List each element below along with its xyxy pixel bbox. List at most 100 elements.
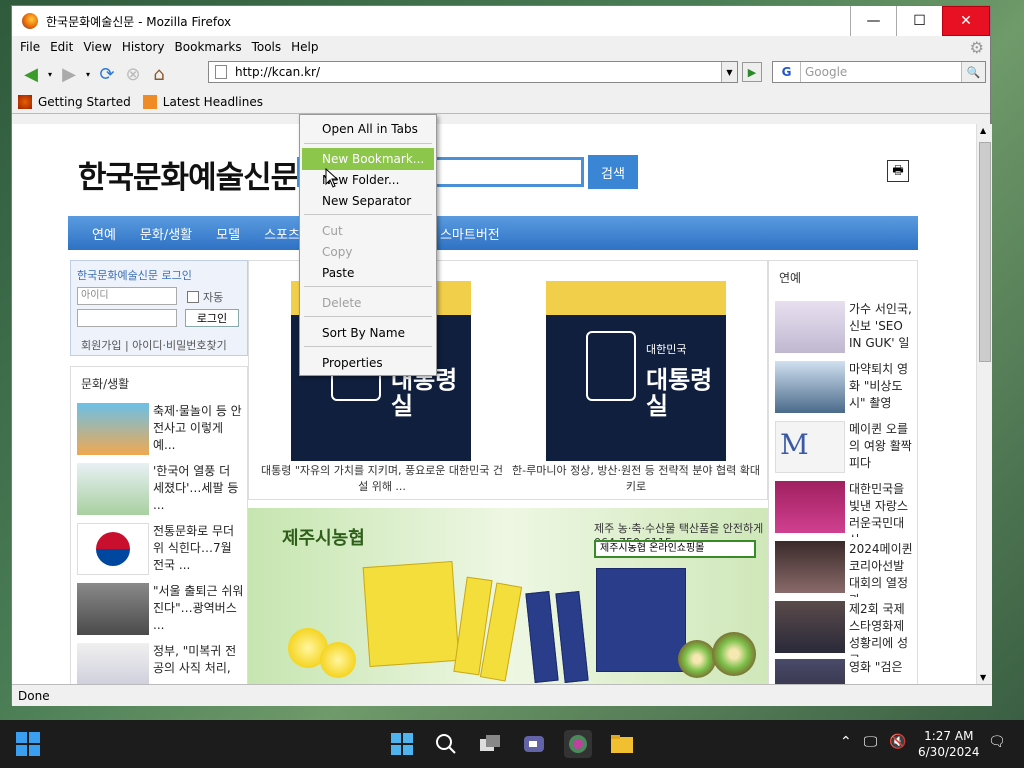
vertical-scrollbar[interactable]: ▲ ▼: [976, 124, 992, 684]
network-icon[interactable]: 🖵: [864, 734, 878, 750]
nav-item-entertainment[interactable]: 연예: [92, 224, 116, 243]
auto-login-checkbox[interactable]: 자동: [187, 289, 223, 305]
menu-item-delete: Delete: [322, 296, 362, 310]
login-links[interactable]: 회원가입 | 아이디·비밀번호찾기: [81, 337, 227, 353]
login-password-field[interactable]: [77, 309, 177, 327]
gear-icon[interactable]: ⚙: [970, 38, 984, 57]
menu-item-new-bookmark[interactable]: New Bookmark...: [302, 148, 434, 170]
print-icon[interactable]: 🖶: [887, 160, 909, 182]
list-item[interactable]: 제2회 국제스타영화제 성황리에 성료: [775, 601, 915, 657]
news-caption[interactable]: 한-루마니아 정상, 방산·원전 등 전략적 분야 협력 확대키로: [511, 463, 761, 495]
rss-icon: [142, 94, 157, 109]
go-button[interactable]: ▶: [742, 62, 762, 82]
windows-start-icon[interactable]: [16, 732, 40, 756]
bookmark-getting-started[interactable]: Getting Started: [18, 94, 131, 109]
menu-item-open-all-in-tabs[interactable]: Open All in Tabs: [302, 118, 434, 140]
bookmark-latest-headlines[interactable]: Latest Headlines: [142, 94, 263, 109]
nav-item-smart[interactable]: 스마트버전: [440, 224, 500, 243]
reload-icon[interactable]: ⟳: [94, 61, 120, 87]
menu-history[interactable]: History: [122, 40, 165, 54]
menu-item-paste[interactable]: Paste: [302, 262, 434, 284]
ad-brand: 제주시농협: [282, 528, 365, 549]
list-item[interactable]: 전통문화로 무더위 식힌다…7월 전국 ...: [77, 523, 247, 579]
stop-icon[interactable]: ⊗: [120, 61, 146, 87]
search-box[interactable]: G Google 🔍: [772, 61, 986, 83]
list-item[interactable]: 가수 서인국, 신보 'SEO IN GUK' 일 ...: [775, 301, 915, 357]
list-item[interactable]: 정부, "미복귀 전공의 사직 처리, ...: [77, 643, 247, 684]
search-icon[interactable]: [432, 730, 460, 758]
bookmarks-context-menu: Open All in Tabs New Bookmark... New Fol…: [299, 114, 437, 376]
login-id-field[interactable]: 아이디: [77, 287, 177, 305]
volume-muted-icon[interactable]: 🔇: [889, 734, 906, 750]
ad-mall-search[interactable]: 제주시농협 온라인쇼핑몰: [594, 540, 756, 558]
list-item[interactable]: 마약퇴치 영화 "비상도시" 촬영: [775, 361, 915, 417]
teams-icon[interactable]: [520, 730, 548, 758]
login-button[interactable]: 로그인: [185, 309, 239, 327]
news-title: 영화 "검은 ...: [849, 660, 903, 684]
menu-item-new-folder[interactable]: New Folder...: [302, 169, 434, 191]
menu-bookmarks[interactable]: Bookmarks: [175, 40, 242, 54]
browser-icon[interactable]: [564, 730, 592, 758]
news-thumbnail: [77, 523, 149, 575]
menu-file[interactable]: File: [20, 40, 40, 54]
list-item[interactable]: '한국어 열풍 더 세졌다'…세팔 등 ...: [77, 463, 247, 519]
clock-date: 6/30/2024: [918, 745, 980, 759]
url-bar[interactable]: http://kcan.kr/ ▼: [208, 61, 738, 83]
title-bar[interactable]: 한국문화예술신문 - Mozilla Firefox — ☐ ✕: [12, 6, 990, 36]
taskbar-clock[interactable]: 1:27 AM 6/30/2024: [918, 728, 980, 760]
search-engine-icon[interactable]: G: [773, 62, 801, 82]
back-button[interactable]: ◀: [18, 61, 44, 87]
close-button[interactable]: ✕: [942, 6, 990, 36]
list-item[interactable]: M 메이퀸 오를의 여왕 활짝피다: [775, 421, 915, 477]
minimize-button[interactable]: —: [850, 6, 896, 36]
scroll-down-icon[interactable]: ▼: [980, 673, 986, 682]
chevron-up-icon[interactable]: ⌃: [840, 734, 852, 750]
menu-item-new-separator[interactable]: New Separator: [302, 190, 434, 212]
login-title: 한국문화예술신문 로그인: [77, 269, 192, 282]
forward-history-dropdown[interactable]: ▾: [82, 61, 94, 87]
taskbar: ⌃ 🖵 🔇 1:27 AM 6/30/2024 🗨: [0, 720, 1024, 768]
list-item[interactable]: 2024메이퀸코리아선발대회의 열정과 ...: [775, 541, 915, 597]
firefox-icon: [18, 94, 32, 109]
nav-item-model[interactable]: 모델: [216, 224, 240, 243]
nav-item-sports[interactable]: 스포츠: [264, 224, 300, 243]
news-thumbnail: [77, 643, 149, 684]
news-title: 정부, "미복귀 전공의 사직 처리, ...: [153, 644, 237, 684]
menu-edit[interactable]: Edit: [50, 40, 73, 54]
task-view-icon[interactable]: [476, 730, 504, 758]
menu-item-sort-by-name[interactable]: Sort By Name: [302, 322, 434, 344]
search-icon[interactable]: 🔍: [961, 62, 985, 82]
start-menu-icon[interactable]: [388, 730, 416, 758]
forward-button[interactable]: ▶: [56, 61, 82, 87]
menu-item-properties[interactable]: Properties: [302, 352, 434, 374]
menu-view[interactable]: View: [83, 40, 111, 54]
ad-banner[interactable]: 제주시농협 제주 농·축·수산물 택산품을 안전하게 064-750-6115 …: [248, 508, 768, 684]
site-logo[interactable]: 한국문화예술신문: [78, 152, 299, 197]
news-title: "서울 출퇴근 쉬워진다"…광역버스 ...: [153, 584, 244, 632]
file-explorer-icon[interactable]: [608, 730, 636, 758]
page-icon: [215, 65, 227, 79]
back-history-dropdown[interactable]: ▾: [44, 61, 56, 87]
news-caption[interactable]: 대통령 "자유의 가치를 지키며, 풍요로운 대한민국 건설 위해 ...: [257, 463, 507, 495]
menu-tools[interactable]: Tools: [252, 40, 282, 54]
list-item[interactable]: "서울 출퇴근 쉬워진다"…광역버스 ...: [77, 583, 247, 639]
list-item[interactable]: 영화 "검은 ...: [775, 659, 915, 684]
news-thumbnail: [77, 583, 149, 635]
maximize-button[interactable]: ☐: [896, 6, 942, 36]
list-item[interactable]: 대한민국을 빛낸 자랑스러운국민대상 ...: [775, 481, 915, 537]
site-search-button[interactable]: 검색: [588, 155, 638, 189]
menu-separator: [304, 346, 432, 347]
news-thumbnail: [775, 541, 845, 593]
news-image[interactable]: 대한민국 대통령실: [546, 281, 726, 461]
section-title: 문화/생활: [81, 377, 130, 391]
list-item[interactable]: 축제·물놀이 등 안전사고 이렇게 예...: [77, 403, 247, 459]
scroll-up-icon[interactable]: ▲: [980, 126, 986, 135]
nav-item-culture[interactable]: 문화/생활: [140, 224, 192, 243]
scroll-thumb[interactable]: [979, 142, 991, 362]
url-dropdown-icon[interactable]: ▼: [721, 62, 737, 82]
home-icon[interactable]: ⌂: [146, 61, 172, 87]
news-thumbnail: [775, 361, 845, 413]
menu-help[interactable]: Help: [291, 40, 318, 54]
notification-icon[interactable]: 🗨: [988, 734, 1006, 750]
bookmarks-toolbar: Getting Started Latest Headlines: [12, 90, 990, 114]
